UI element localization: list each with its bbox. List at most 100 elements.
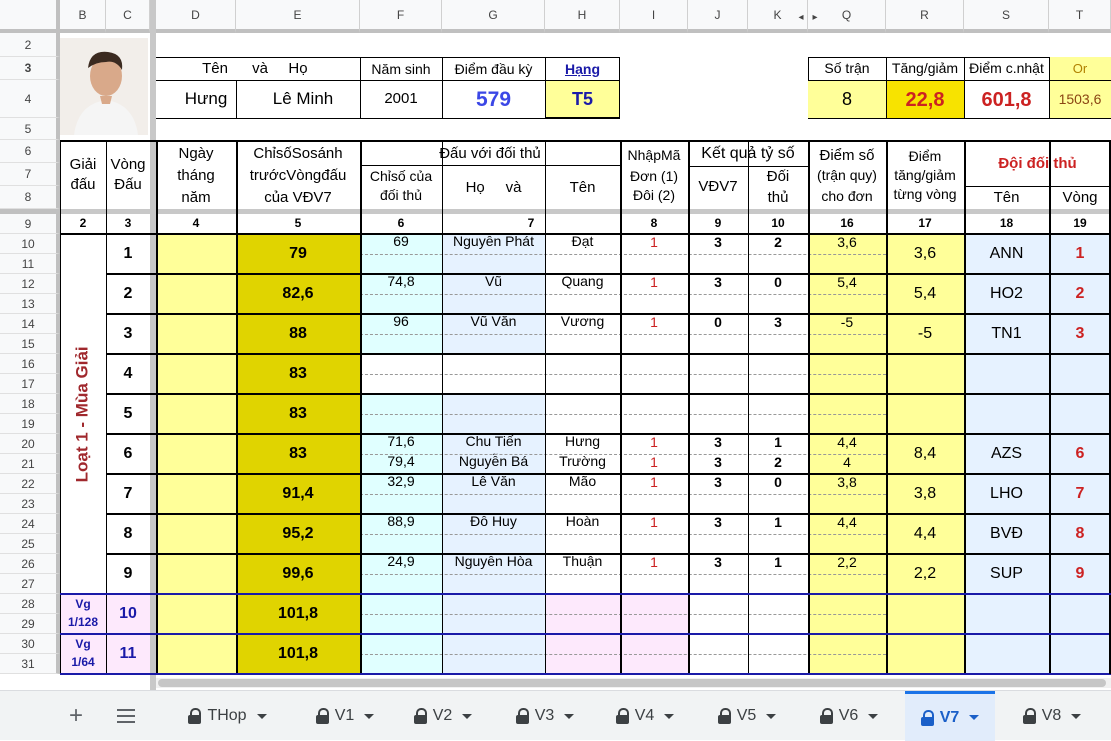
row-header-12[interactable]: 12 [0, 274, 60, 294]
opponent-name[interactable]: Thuận [545, 553, 620, 576]
all-sheets-button[interactable] [110, 691, 142, 741]
compare-index[interactable]: 83 [236, 394, 360, 434]
compare-index[interactable]: 83 [236, 434, 360, 474]
compare-index[interactable]: 82,6 [236, 274, 360, 314]
row-header-7[interactable]: 7 [0, 163, 60, 186]
row-header-31[interactable]: 31 [0, 654, 60, 674]
opponent-team-round[interactable]: 2 [1049, 274, 1111, 314]
round-points-change[interactable]: 4,4 [886, 514, 964, 554]
sheet-tab-v7[interactable]: V7 [905, 691, 995, 741]
opponent-team[interactable]: AZS [964, 434, 1049, 474]
row-header-27[interactable]: 27 [0, 574, 60, 594]
sheet-tab-v1[interactable]: V1 [300, 691, 390, 741]
round-number[interactable]: 5 [106, 394, 150, 434]
opponent-name[interactable]: Mão [545, 473, 620, 496]
row-header-29[interactable]: 29 [0, 614, 60, 634]
round-number[interactable]: 7 [106, 474, 150, 514]
round-number[interactable]: 4 [106, 354, 150, 394]
chevron-down-icon[interactable] [1071, 713, 1082, 719]
player-first-name[interactable]: Hưng [166, 81, 246, 118]
sheet-tab-v4[interactable]: V4 [600, 691, 690, 741]
chevron-down-icon[interactable] [766, 713, 777, 719]
round-points-change[interactable] [886, 394, 964, 434]
row-header-21[interactable]: 21 [0, 454, 60, 474]
row-header-2[interactable]: 2 [0, 33, 60, 57]
row-header-14[interactable]: 14 [0, 314, 60, 334]
sheet-tab-thop[interactable]: THop [170, 691, 285, 741]
round-points-change[interactable] [886, 594, 964, 634]
opponent-team[interactable]: ANN [964, 234, 1049, 274]
row-header-13[interactable]: 13 [0, 294, 60, 314]
row-header-4[interactable]: 4 [0, 80, 60, 118]
expand-right-icon[interactable]: ▸ [810, 10, 820, 24]
round-number[interactable]: 2 [106, 274, 150, 314]
opponent-name[interactable]: Đạt [545, 233, 620, 256]
opponent-surname[interactable]: Nguyễn Hòa [442, 553, 545, 576]
round-points-change[interactable]: 5,4 [886, 274, 964, 314]
chevron-down-icon[interactable] [868, 713, 879, 719]
column-header-F[interactable]: F [360, 0, 442, 33]
opponent-name[interactable]: Vương [545, 313, 620, 336]
opponent-index[interactable]: 88,9 [360, 513, 442, 536]
row-header-24[interactable]: 24 [0, 514, 60, 534]
opponent-index[interactable]: 24,9 [360, 553, 442, 576]
round-points-change[interactable] [886, 354, 964, 394]
round-number[interactable]: 1 [106, 234, 150, 274]
corner-cell[interactable] [0, 0, 60, 33]
column-header-B[interactable]: B [60, 0, 106, 33]
row-header-3[interactable]: 3 [0, 57, 60, 80]
round-points-change[interactable]: 3,8 [886, 474, 964, 514]
opponent-surname[interactable]: Vũ [442, 273, 545, 296]
row-header-10[interactable]: 10 [0, 234, 60, 254]
sheet-tab-v5[interactable]: V5 [702, 691, 792, 741]
row-header-16[interactable]: 16 [0, 354, 60, 374]
compare-index[interactable]: 79 [236, 234, 360, 274]
sheet-tab-v8[interactable]: V8 [1007, 691, 1097, 741]
compare-index[interactable]: 99,6 [236, 554, 360, 594]
add-sheet-button[interactable]: + [60, 691, 92, 741]
opponent-index[interactable]: 69 [360, 233, 442, 256]
opponent-surname[interactable]: Đỗ Huy [442, 513, 545, 536]
player-last-name[interactable]: Lê Minh [246, 81, 360, 118]
round-points-change[interactable]: -5 [886, 314, 964, 354]
opponent-team-round[interactable]: 1 [1049, 234, 1111, 274]
round-number[interactable]: 9 [106, 554, 150, 594]
chevron-down-icon[interactable] [969, 715, 980, 720]
opponent-index[interactable]: 96 [360, 313, 442, 336]
opponent-name[interactable]: Quang [545, 273, 620, 296]
row-header-15[interactable]: 15 [0, 334, 60, 354]
row-header-17[interactable]: 17 [0, 374, 60, 394]
row-header-30[interactable]: 30 [0, 634, 60, 654]
column-header-S[interactable]: S [964, 0, 1049, 33]
matches-count[interactable]: 8 [808, 81, 886, 118]
chevron-down-icon[interactable] [564, 713, 575, 719]
or-value[interactable]: 1503,6 [1049, 81, 1111, 118]
round-number[interactable]: 6 [106, 434, 150, 474]
compare-index[interactable]: 95,2 [236, 514, 360, 554]
round-number[interactable]: 11 [106, 634, 150, 674]
opponent-team[interactable]: LHO [964, 474, 1049, 514]
column-header-R[interactable]: R [886, 0, 964, 33]
row-header-8[interactable]: 8 [0, 186, 60, 209]
opponent-team-round[interactable] [1049, 634, 1111, 674]
compare-index[interactable]: 101,8 [236, 634, 360, 674]
opponent-team-round[interactable]: 9 [1049, 554, 1111, 594]
row-header-25[interactable]: 25 [0, 534, 60, 554]
chevron-down-icon[interactable] [364, 713, 375, 719]
round-number[interactable]: 10 [106, 594, 150, 634]
row-header-6[interactable]: 6 [0, 140, 60, 163]
opponent-surname[interactable]: Nguyễn Phát [442, 233, 545, 256]
column-header-I[interactable]: I [620, 0, 688, 33]
row-header-22[interactable]: 22 [0, 474, 60, 494]
opponent-team-round[interactable]: 7 [1049, 474, 1111, 514]
row-header-5[interactable]: 5 [0, 118, 60, 140]
round-points-change[interactable]: 2,2 [886, 554, 964, 594]
column-header-C[interactable]: C [106, 0, 150, 33]
compare-index[interactable]: 91,4 [236, 474, 360, 514]
opponent-team[interactable]: BVĐ [964, 514, 1049, 554]
row-header-9[interactable]: 9 [0, 214, 60, 234]
opponent-team[interactable] [964, 354, 1049, 394]
column-header-J[interactable]: J [688, 0, 748, 33]
horizontal-scrollbar[interactable] [156, 678, 1111, 688]
round-number[interactable]: 8 [106, 514, 150, 554]
